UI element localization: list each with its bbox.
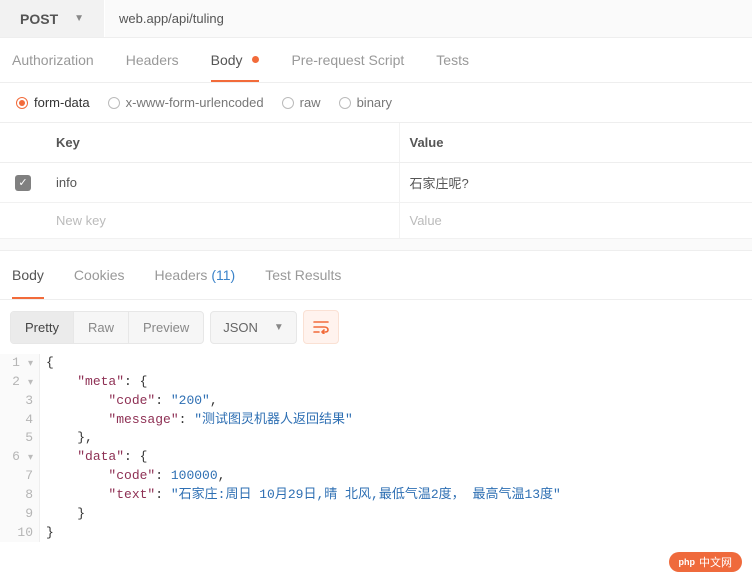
kv-header-key: Key	[46, 123, 399, 162]
radio-binary[interactable]: binary	[339, 95, 392, 110]
resp-tab-headers-label: Headers	[155, 267, 208, 283]
request-tabs: Authorization Headers Body Pre-request S…	[0, 38, 752, 83]
code-content: "meta": {	[40, 373, 147, 392]
format-label: JSON	[223, 320, 258, 335]
line-number: 1 ▾	[0, 354, 40, 373]
modified-dot-icon	[252, 56, 259, 63]
kv-header-value: Value	[399, 123, 752, 162]
http-method-selector[interactable]: POST ▼	[0, 0, 105, 37]
kv-new-key-input[interactable]: New key	[46, 203, 399, 238]
kv-row-new: New key Value	[0, 203, 752, 239]
headers-count: (11)	[211, 267, 235, 283]
kv-new-key-placeholder: New key	[56, 213, 106, 228]
kv-key-text: info	[56, 175, 77, 190]
radio-form-data[interactable]: form-data	[16, 95, 90, 110]
kv-header-row: Key Value	[0, 123, 752, 163]
kv-new-value-placeholder: Value	[410, 213, 442, 228]
watermark-text: 中文网	[699, 554, 732, 570]
code-content: "data": {	[40, 448, 147, 467]
view-mode-selector: Pretty Raw Preview	[10, 311, 204, 344]
code-line: 4 "message": "测试图灵机器人返回结果"	[0, 411, 752, 430]
line-number: 4	[0, 411, 40, 430]
body-type-selector: form-data x-www-form-urlencoded raw bina…	[0, 83, 752, 123]
line-number: 9	[0, 505, 40, 524]
code-content: "code": "200",	[40, 392, 218, 411]
php-icon: php	[679, 557, 696, 567]
row-checkbox[interactable]: ✓	[15, 175, 31, 191]
code-line: 8 "text": "石家庄:周日 10月29日,晴 北风,最低气温2度， 最高…	[0, 486, 752, 505]
kv-value-input[interactable]: 石家庄呢?	[399, 163, 752, 202]
code-line: 5 },	[0, 429, 752, 448]
format-selector[interactable]: JSON ▼	[210, 311, 297, 344]
resp-tab-headers[interactable]: Headers (11)	[155, 267, 236, 299]
tab-body-label: Body	[211, 52, 243, 68]
response-code-viewer[interactable]: 1 ▾{2 ▾ "meta": {3 "code": "200",4 "mess…	[0, 354, 752, 548]
code-content: "message": "测试图灵机器人返回结果"	[40, 411, 353, 430]
line-number: 6 ▾	[0, 448, 40, 467]
line-number: 3	[0, 392, 40, 411]
url-text: web.app/api/tuling	[119, 11, 224, 26]
radio-label: form-data	[34, 95, 90, 110]
code-content: "text": "石家庄:周日 10月29日,晴 北风,最低气温2度， 最高气温…	[40, 486, 561, 505]
radio-urlencoded[interactable]: x-www-form-urlencoded	[108, 95, 264, 110]
code-line: 3 "code": "200",	[0, 392, 752, 411]
code-content: "code": 100000,	[40, 467, 225, 486]
code-content: }	[40, 505, 85, 524]
tab-prerequest[interactable]: Pre-request Script	[291, 52, 404, 82]
kv-key-input[interactable]: info	[46, 163, 399, 202]
response-toolbar: Pretty Raw Preview JSON ▼	[0, 300, 752, 354]
wrap-icon	[313, 320, 329, 334]
line-number: 8	[0, 486, 40, 505]
code-content: {	[40, 354, 54, 373]
kv-row: ✓ info 石家庄呢?	[0, 163, 752, 203]
wrap-lines-button[interactable]	[303, 310, 339, 344]
kv-new-value-input[interactable]: Value	[399, 203, 752, 238]
watermark: php 中文网	[0, 548, 752, 580]
url-input[interactable]: web.app/api/tuling	[105, 0, 752, 37]
tab-body[interactable]: Body	[211, 52, 260, 82]
tab-tests[interactable]: Tests	[436, 52, 469, 82]
radio-icon	[16, 97, 28, 109]
radio-raw[interactable]: raw	[282, 95, 321, 110]
response-tabs: Body Cookies Headers (11) Test Results	[0, 251, 752, 300]
resp-tab-testresults[interactable]: Test Results	[265, 267, 341, 299]
view-raw-button[interactable]: Raw	[74, 312, 129, 343]
code-line: 6 ▾ "data": {	[0, 448, 752, 467]
code-line: 7 "code": 100000,	[0, 467, 752, 486]
kv-value-text: 石家庄呢?	[410, 173, 469, 192]
radio-icon	[108, 97, 120, 109]
radio-icon	[282, 97, 294, 109]
method-label: POST	[20, 11, 58, 27]
radio-label: x-www-form-urlencoded	[126, 95, 264, 110]
line-number: 10	[0, 524, 40, 543]
radio-icon	[339, 97, 351, 109]
view-preview-button[interactable]: Preview	[129, 312, 203, 343]
radio-label: binary	[357, 95, 392, 110]
line-number: 7	[0, 467, 40, 486]
code-content: }	[40, 524, 54, 543]
radio-label: raw	[300, 95, 321, 110]
code-line: 10}	[0, 524, 752, 543]
code-line: 2 ▾ "meta": {	[0, 373, 752, 392]
tab-authorization[interactable]: Authorization	[12, 52, 94, 82]
line-number: 2 ▾	[0, 373, 40, 392]
resp-tab-body[interactable]: Body	[12, 267, 44, 299]
view-pretty-button[interactable]: Pretty	[11, 312, 74, 343]
code-line: 9 }	[0, 505, 752, 524]
tab-headers[interactable]: Headers	[126, 52, 179, 82]
code-content: },	[40, 429, 93, 448]
chevron-down-icon: ▼	[274, 322, 284, 333]
chevron-down-icon: ▼	[74, 13, 84, 24]
resp-tab-cookies[interactable]: Cookies	[74, 267, 125, 299]
line-number: 5	[0, 429, 40, 448]
code-line: 1 ▾{	[0, 354, 752, 373]
